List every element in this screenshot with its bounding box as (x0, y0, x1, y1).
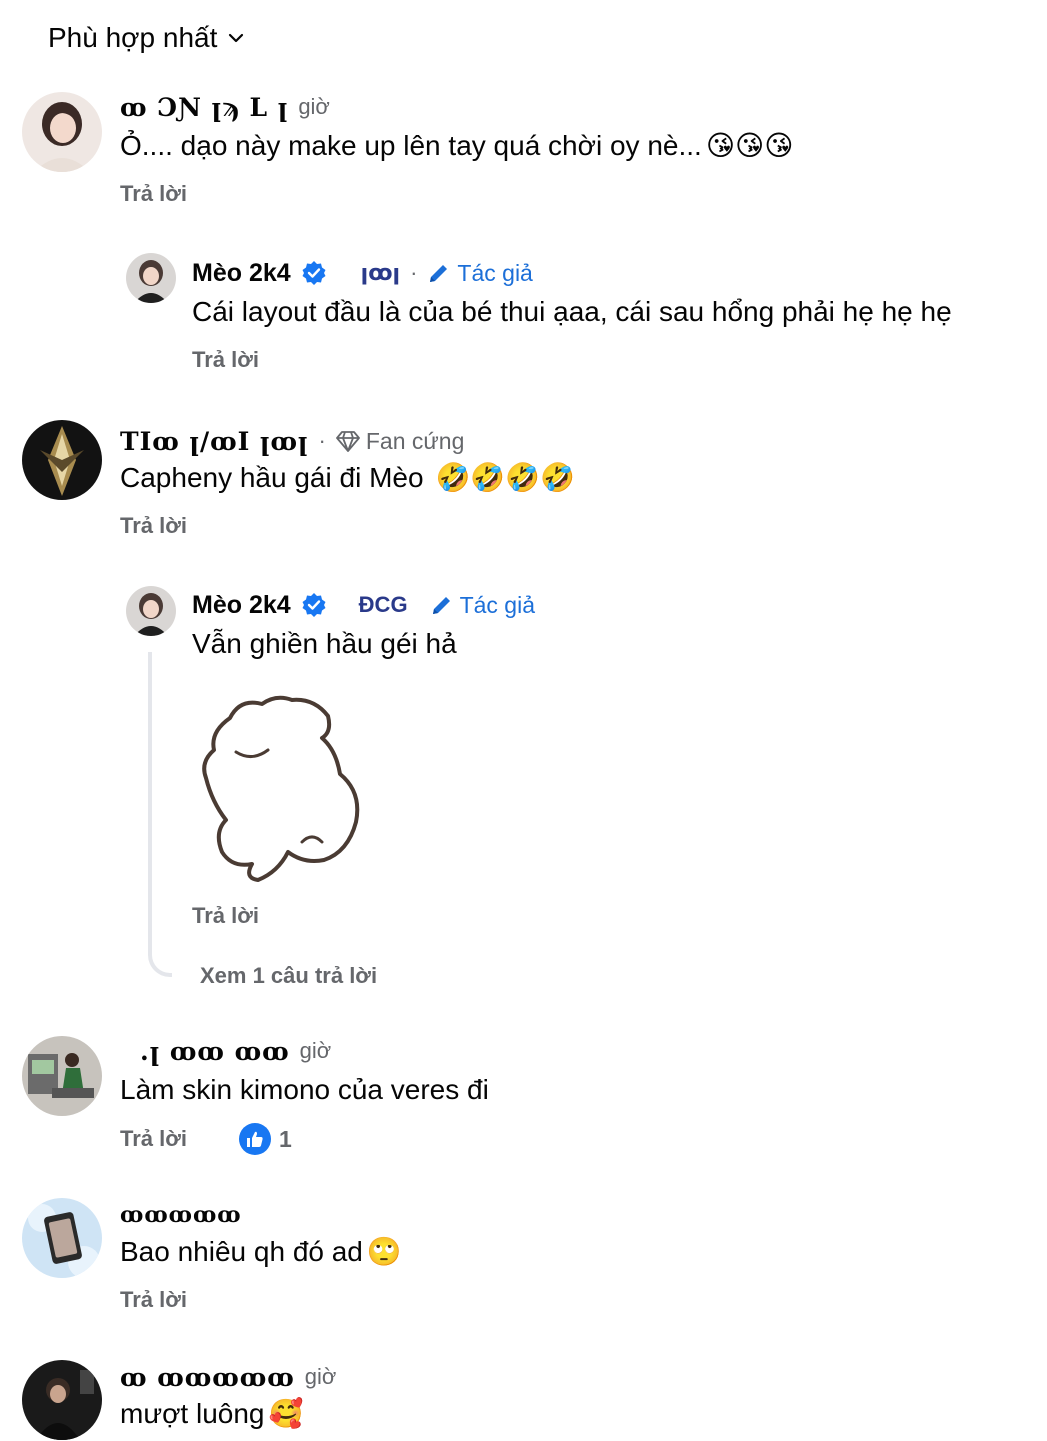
verified-badge-icon (302, 261, 326, 285)
comment-time[interactable]: giờ (298, 94, 330, 120)
verified-badge-icon (302, 593, 326, 617)
author-badge-label: Tác giả (457, 259, 533, 286)
diamond-icon (335, 431, 360, 452)
author-avatar[interactable] (126, 586, 176, 636)
kiss-emoji-icon: 😘😘😘 (705, 130, 794, 161)
comment-body: Bao nhiêu qh đó ad (120, 1236, 363, 1267)
author-badge: Tác giả (430, 592, 535, 619)
author-badge-label: Tác giả (459, 591, 535, 618)
comment-body: Cái layout đầu là của bé thui ạaa, cái s… (192, 296, 952, 327)
comment-body: Vẫn ghiền hầu géi hả (192, 628, 457, 659)
commenter-name[interactable]: .ꞁ ꝏꝏ ꝏꝏ (140, 1037, 290, 1066)
comment-text: Làm skin kimono của veres đi (120, 1074, 489, 1106)
commenter-name[interactable]: ꝏ ƆƝ ꞁϡ L ꞁ (120, 93, 288, 122)
author-name[interactable]: Mèo 2k4 (192, 259, 291, 288)
commenter-name[interactable]: TIꝏ ꞁ/ꝏI ꞁꝏꞁ (120, 427, 309, 456)
reply-button[interactable]: Trả lời (120, 181, 187, 207)
rofl-emoji-icon: 🤣🤣🤣🤣 (435, 462, 575, 493)
comment-body: mượt luông (120, 1398, 265, 1429)
pencil-icon (430, 265, 448, 282)
eye-roll-emoji-icon: 🙄 (366, 1236, 402, 1267)
comment-time[interactable]: ꞁꝏꞁ (361, 260, 400, 286)
commenter-name[interactable]: ꝏꝏꝏꝏꝏ (120, 1202, 242, 1228)
avatar[interactable] (22, 92, 102, 172)
like-icon (239, 1123, 271, 1155)
comment-text: Capheny hầu gái đi Mèo 🤣🤣🤣🤣 (120, 462, 575, 494)
separator: · (410, 260, 418, 285)
smiling-hearts-emoji-icon: 🥰 (268, 1398, 304, 1429)
sort-dropdown[interactable]: Phù hợp nhất (48, 22, 245, 54)
author-avatar[interactable] (126, 253, 176, 303)
chevron-down-icon (229, 33, 244, 43)
reply-button[interactable]: Trả lời (120, 513, 187, 539)
comment-body: Ỏ.... dạo này make up lên tay quá chời o… (120, 130, 702, 161)
comment-time[interactable]: giờ (305, 1364, 337, 1390)
comment-text: Bao nhiêu qh đó ad 🙄 (120, 1236, 402, 1268)
avatar[interactable] (22, 420, 102, 500)
fan-badge: Fan cứng (335, 427, 465, 455)
author-badge: Tác giả (427, 259, 533, 287)
like-count-value: 1 (279, 1125, 292, 1152)
comment-time[interactable]: giờ (300, 1038, 332, 1064)
reaction-count[interactable]: 1 (239, 1123, 292, 1155)
pencil-icon (432, 597, 450, 614)
reply-button[interactable]: Trả lời (192, 903, 259, 929)
avatar[interactable] (22, 1198, 102, 1278)
sticker-image[interactable] (192, 692, 372, 892)
view-replies-button[interactable]: Xem 1 câu trả lời (200, 963, 377, 989)
reply-button[interactable]: Trả lời (120, 1126, 187, 1152)
comment-text: mượt luông 🥰 (120, 1398, 303, 1430)
commenter-name[interactable]: ꝏ ꝏꝏꝏꝏꝏ (120, 1363, 295, 1392)
avatar[interactable] (22, 1036, 102, 1116)
sort-label: Phù hợp nhất (48, 22, 218, 53)
thread-connector (148, 652, 172, 977)
comment-text: Ỏ.... dạo này make up lên tay quá chời o… (120, 130, 793, 162)
comment-body: Capheny hầu gái đi Mèo (120, 462, 424, 493)
author-name[interactable]: Mèo 2k4 (192, 591, 291, 620)
reply-button[interactable]: Trả lời (120, 1287, 187, 1313)
comment-time[interactable]: ĐCG (359, 592, 408, 618)
separator: · (318, 428, 326, 453)
avatar[interactable] (22, 1360, 102, 1440)
reply-button[interactable]: Trả lời (192, 347, 259, 373)
comment-text: Vẫn ghiền hầu géi hả (192, 628, 457, 660)
comment-body: Làm skin kimono của veres đi (120, 1074, 489, 1105)
comment-text: Cái layout đầu là của bé thui ạaa, cái s… (192, 296, 952, 328)
fan-badge-label: Fan cứng (365, 427, 465, 454)
